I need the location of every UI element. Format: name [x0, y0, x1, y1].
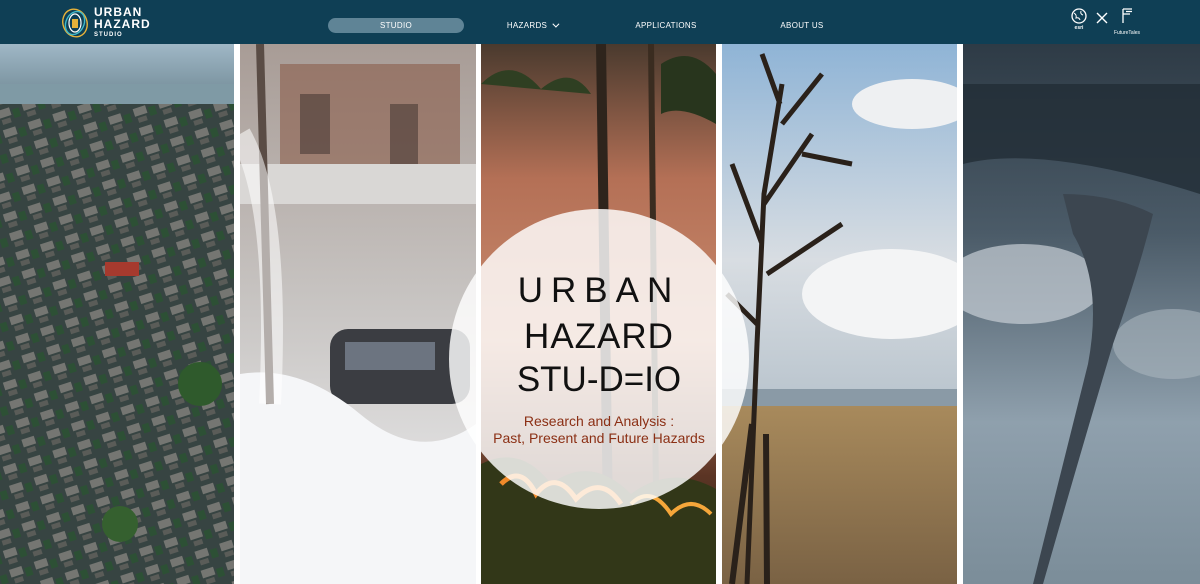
- futuretales-logo[interactable]: FutureTales: [1108, 8, 1146, 36]
- nav-studio[interactable]: STUDIO: [328, 18, 464, 33]
- hero-title-line2: HAZARD: [524, 317, 674, 356]
- hero-subtitle-line1: Research and Analysis :: [523, 413, 675, 429]
- nav-about-us-label: ABOUT US: [780, 21, 824, 30]
- tornado-image-panel: [963, 44, 1200, 584]
- hero-title-line3: STU-D=IO: [516, 360, 682, 399]
- hero-image-collage: URBAN HAZARD STU-D=IO Research and Analy…: [0, 44, 1200, 584]
- futuretales-label: FutureTales: [1113, 30, 1141, 36]
- esri-logo[interactable]: esri: [1070, 8, 1088, 31]
- main-nav: STUDIO HAZARDS APPLICATIONS ABOUT US: [0, 18, 1200, 33]
- collaboration-x-icon: [1096, 12, 1108, 24]
- nav-about-us[interactable]: ABOUT US: [766, 18, 838, 33]
- snowstorm-image-panel: [240, 44, 476, 584]
- chevron-down-icon: [552, 20, 560, 28]
- nav-applications[interactable]: APPLICATIONS: [626, 18, 706, 33]
- hero-subtitle-line2: Past, Present and Future Hazards: [493, 430, 705, 446]
- globe-icon: [1071, 8, 1087, 24]
- nav-hazards[interactable]: HAZARDS: [492, 18, 572, 33]
- nav-hazards-label: HAZARDS: [506, 21, 548, 30]
- hero-title-circle: URBAN HAZARD STU-D=IO Research and Analy…: [449, 209, 749, 509]
- nav-studio-label: STUDIO: [379, 21, 413, 30]
- top-navigation-bar: URBAN HAZARD STUDIO STUDIO HAZARDS APPLI…: [0, 0, 1200, 44]
- drought-image-panel: [722, 44, 957, 584]
- nav-applications-label: APPLICATIONS: [635, 21, 697, 30]
- futuretales-icon: [1122, 8, 1132, 23]
- flood-image-panel: [0, 44, 234, 584]
- hero-title-line1: URBAN: [517, 271, 681, 310]
- esri-label: esri: [1074, 25, 1084, 31]
